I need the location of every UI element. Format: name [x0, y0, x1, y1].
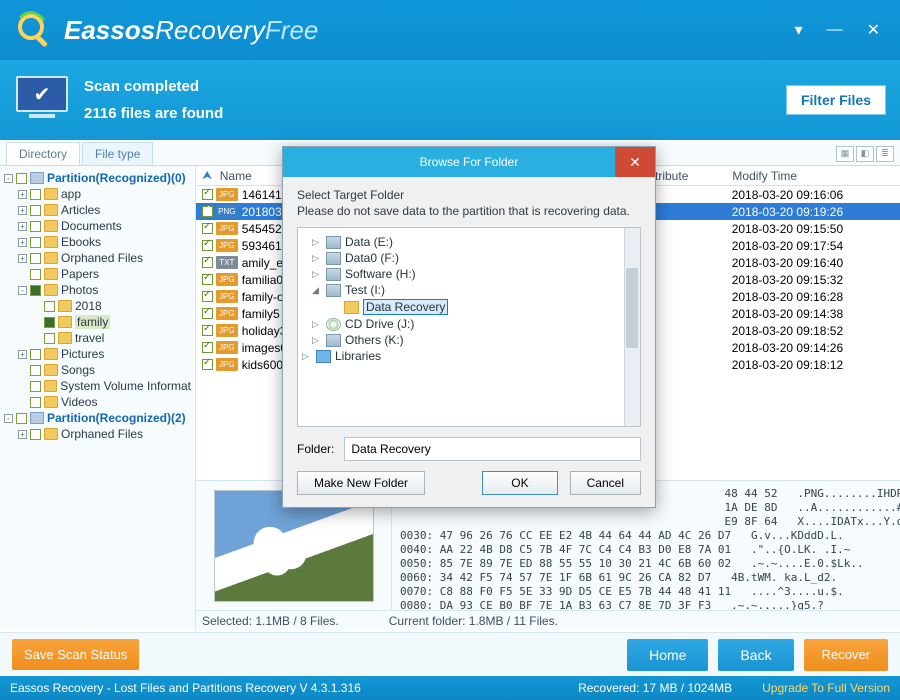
home-button[interactable]: Home: [627, 639, 708, 671]
browse-folder-dialog: Browse For Folder ✕ Select Target Folder…: [282, 146, 656, 508]
file-checkbox[interactable]: [202, 257, 213, 268]
dialog-title: Browse For Folder ✕: [283, 147, 655, 177]
file-modify-time: 2018-03-20 09:17:54: [732, 239, 900, 253]
file-checkbox[interactable]: [202, 325, 213, 336]
file-checkbox[interactable]: [202, 240, 213, 251]
tab-file-type[interactable]: File type: [82, 142, 153, 165]
save-scan-status-button[interactable]: Save Scan Status: [12, 639, 139, 670]
file-type-badge: JPG: [216, 239, 238, 252]
file-type-badge: TXT: [216, 256, 238, 269]
window-controls: ▾ — ✕: [795, 20, 886, 40]
file-modify-time: 2018-03-20 09:15:50: [732, 222, 900, 236]
app-logo-icon: [14, 10, 54, 50]
file-type-badge: JPG: [216, 324, 238, 337]
file-modify-time: 2018-03-20 09:14:26: [732, 341, 900, 355]
dialog-close-button[interactable]: ✕: [615, 147, 655, 177]
file-checkbox[interactable]: [202, 359, 213, 370]
back-button[interactable]: Back: [718, 639, 793, 671]
view-list-icon[interactable]: ≣: [876, 146, 894, 162]
folder-tree-scrollbar[interactable]: [624, 228, 640, 426]
status-strip: ✔ Scan completed 2116 files are found Fi…: [0, 60, 900, 140]
file-type-badge: JPG: [216, 307, 238, 320]
file-type-badge: JPG: [216, 358, 238, 371]
file-checkbox[interactable]: [202, 223, 213, 234]
file-modify-time: 2018-03-20 09:16:06: [732, 188, 900, 202]
file-type-badge: PNG: [216, 205, 238, 218]
folder-input[interactable]: [344, 437, 641, 461]
folder-tree-item[interactable]: ◢Test (I:): [312, 282, 636, 298]
folder-tree[interactable]: ▷Data (E:)▷Data0 (F:)▷Software (H:)◢Test…: [297, 227, 641, 427]
cancel-button[interactable]: Cancel: [570, 471, 641, 495]
file-modify-time: 2018-03-20 09:19:26: [732, 205, 900, 219]
file-modify-time: 2018-03-20 09:16:40: [732, 256, 900, 270]
scan-status-icon: ✔: [14, 76, 70, 124]
folder-tree-item[interactable]: ▷Others (K:): [312, 332, 636, 348]
folder-tree-item[interactable]: ▷CD Drive (J:): [312, 316, 636, 332]
directory-tree[interactable]: -Partition(Recognized)(0) +app +Articles…: [0, 166, 196, 630]
file-type-badge: JPG: [216, 222, 238, 235]
folder-tree-item[interactable]: ▷Data (E:): [312, 234, 636, 250]
file-modify-time: 2018-03-20 09:18:52: [732, 324, 900, 338]
dialog-message: Select Target Folder Please do not save …: [297, 187, 641, 219]
view-grid-icon[interactable]: ▦: [836, 146, 854, 162]
ok-button[interactable]: OK: [482, 471, 557, 495]
folder-tree-item[interactable]: ▷Data0 (F:): [312, 250, 636, 266]
folder-tree-item[interactable]: ▷Software (H:): [312, 266, 636, 282]
file-modify-time: 2018-03-20 09:14:38: [732, 307, 900, 321]
file-checkbox[interactable]: [202, 189, 213, 200]
selected-summary: Selected: 1.1MB / 8 Files.: [202, 614, 339, 628]
folder-tree-item[interactable]: Data Recovery: [330, 298, 636, 316]
filter-files-button[interactable]: Filter Files: [786, 85, 886, 115]
file-modify-time: 2018-03-20 09:16:28: [732, 290, 900, 304]
current-folder-summary: Current folder: 1.8MB / 11 Files.: [389, 614, 558, 628]
folder-tree-item[interactable]: ▷Libraries: [302, 348, 636, 364]
file-type-badge: JPG: [216, 188, 238, 201]
file-checkbox[interactable]: [202, 206, 213, 217]
minimize-icon[interactable]: —: [827, 21, 843, 39]
recover-button[interactable]: Recover: [804, 639, 888, 671]
brand-text: EassosRecoveryFree: [64, 15, 318, 46]
footer-bar: Eassos Recovery - Lost Files and Partiti…: [0, 676, 900, 700]
file-checkbox[interactable]: [202, 291, 213, 302]
action-bar: Save Scan Status Home Back Recover: [0, 632, 900, 676]
menu-icon[interactable]: ▾: [795, 20, 803, 40]
file-modify-time: 2018-03-20 09:15:32: [732, 273, 900, 287]
make-new-folder-button[interactable]: Make New Folder: [297, 471, 425, 495]
folder-label: Folder:: [297, 442, 334, 456]
file-type-badge: JPG: [216, 341, 238, 354]
file-checkbox[interactable]: [202, 342, 213, 353]
up-folder-icon[interactable]: ⮝: [202, 168, 220, 183]
brand: EassosRecoveryFree: [14, 10, 318, 50]
file-modify-time: 2018-03-20 09:18:12: [732, 358, 900, 372]
file-checkbox[interactable]: [202, 274, 213, 285]
title-bar: EassosRecoveryFree ▾ — ✕: [0, 0, 900, 60]
close-icon[interactable]: ✕: [867, 20, 880, 40]
view-large-icon[interactable]: ◧: [856, 146, 874, 162]
footer-recovered: Recovered: 17 MB / 1024MB: [578, 681, 732, 695]
tree-selected-folder[interactable]: family: [32, 314, 191, 330]
tab-directory[interactable]: Directory: [6, 142, 80, 165]
status-text: Scan completed 2116 files are found: [84, 78, 223, 122]
file-type-badge: JPG: [216, 290, 238, 303]
file-type-badge: JPG: [216, 273, 238, 286]
upgrade-link[interactable]: Upgrade To Full Version: [762, 681, 890, 695]
footer-app-info: Eassos Recovery - Lost Files and Partiti…: [10, 681, 361, 695]
file-checkbox[interactable]: [202, 308, 213, 319]
info-strip: Selected: 1.1MB / 8 Files. Current folde…: [196, 610, 900, 630]
